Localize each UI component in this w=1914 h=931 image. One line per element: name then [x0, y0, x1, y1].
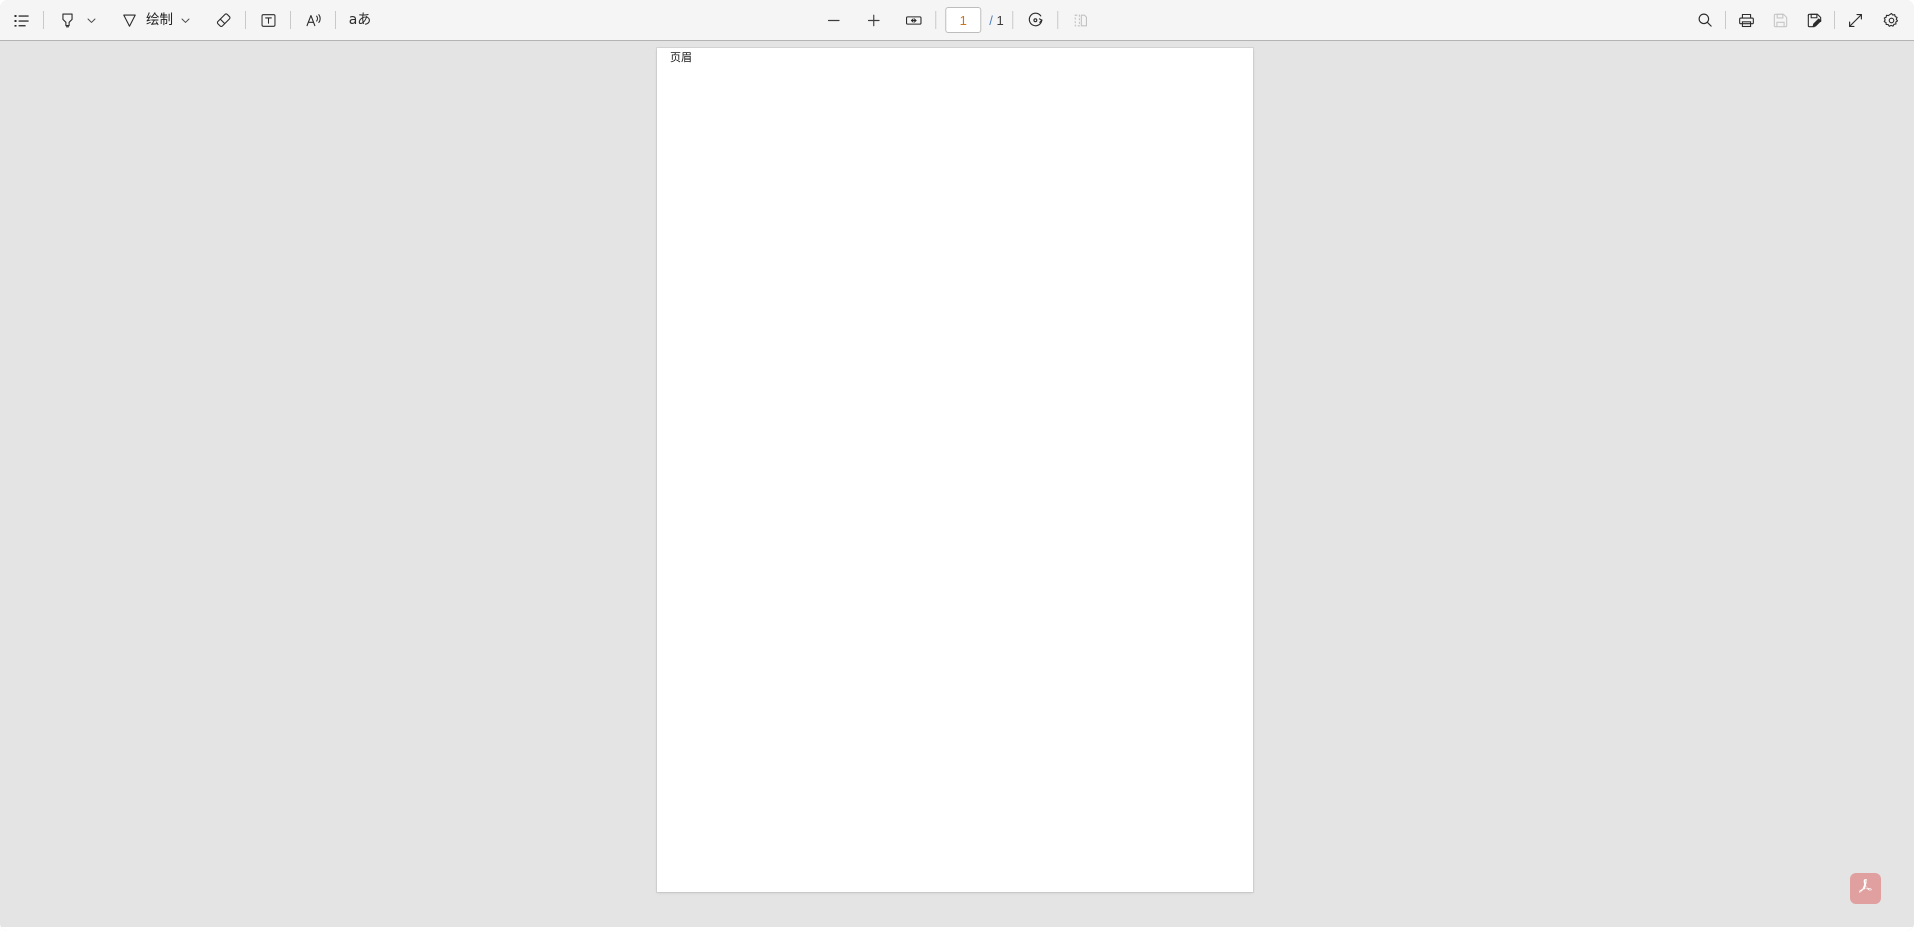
gear-icon — [1882, 11, 1901, 30]
rotate-icon — [1026, 11, 1045, 30]
text-box-icon — [259, 11, 278, 30]
page-layout-button[interactable] — [1066, 5, 1096, 35]
page-number-value: 1 — [960, 13, 967, 28]
pen-draw-icon — [120, 11, 139, 30]
page-number-input[interactable]: 1 — [945, 7, 981, 33]
print-button[interactable] — [1731, 5, 1761, 35]
minus-icon — [825, 12, 842, 29]
eraser-button[interactable] — [208, 5, 238, 35]
fit-to-width-icon — [904, 11, 923, 30]
page-header-text: 页眉 — [670, 51, 692, 65]
search-icon — [1696, 11, 1714, 29]
draw-tool-group: 绘制 — [113, 5, 195, 35]
save-as-button[interactable] — [1799, 5, 1829, 35]
adobe-pdf-icon — [1856, 876, 1876, 901]
text-box-button[interactable] — [253, 5, 283, 35]
search-button[interactable] — [1690, 5, 1720, 35]
page-total-value: 1 — [997, 13, 1004, 28]
print-icon — [1737, 11, 1756, 30]
plus-icon — [865, 12, 882, 29]
page-total-slash: / — [989, 13, 993, 28]
toolbar-divider — [43, 11, 44, 29]
toolbar-left-group: 绘制 — [0, 5, 377, 35]
document-viewport[interactable]: 页眉 — [0, 41, 1914, 931]
eraser-icon — [214, 11, 233, 30]
translate-button[interactable]: aあ — [343, 5, 377, 35]
toolbar-divider — [290, 11, 291, 29]
settings-button[interactable] — [1876, 5, 1906, 35]
read-aloud-icon — [304, 11, 323, 30]
chevron-down-icon — [86, 15, 97, 26]
toolbar-divider — [1013, 11, 1014, 29]
toolbar-right-group — [1690, 5, 1906, 35]
pdf-page-1[interactable]: 页眉 — [657, 48, 1253, 892]
translate-icon: aあ — [349, 13, 372, 27]
toolbar-divider — [1725, 11, 1726, 29]
zoom-out-button[interactable] — [818, 5, 848, 35]
fit-to-width-button[interactable] — [898, 5, 928, 35]
toolbar-divider — [1058, 11, 1059, 29]
draw-options-button[interactable] — [176, 5, 194, 35]
save-icon — [1771, 11, 1790, 30]
page-total-label: / 1 — [983, 13, 1005, 28]
save-as-icon — [1805, 11, 1824, 30]
highlighter-button[interactable] — [52, 5, 82, 35]
draw-button[interactable] — [114, 5, 144, 35]
fullscreen-icon — [1846, 11, 1865, 30]
chevron-down-icon — [180, 15, 191, 26]
draw-label: 绘制 — [144, 13, 176, 27]
pdf-viewer-window: 绘制 — [0, 0, 1914, 931]
highlighter-icon — [58, 11, 77, 30]
highlighter-options-button[interactable] — [82, 5, 100, 35]
list-outline-icon — [13, 12, 30, 29]
fullscreen-button[interactable] — [1840, 5, 1870, 35]
read-aloud-button[interactable] — [298, 5, 328, 35]
pdf-badge-button[interactable] — [1850, 873, 1881, 904]
save-button[interactable] — [1765, 5, 1795, 35]
toolbar-center-group: 1 / 1 — [818, 5, 1095, 35]
toolbar-divider — [1834, 11, 1835, 29]
main-toolbar: 绘制 — [0, 0, 1914, 41]
page-layout-icon — [1071, 11, 1090, 30]
highlighter-tool-group — [51, 5, 101, 35]
rotate-button[interactable] — [1021, 5, 1051, 35]
toolbar-divider — [245, 11, 246, 29]
outline-toggle-button[interactable] — [6, 5, 36, 35]
zoom-in-button[interactable] — [858, 5, 888, 35]
toolbar-divider — [335, 11, 336, 29]
toolbar-divider — [935, 11, 936, 29]
window-bottom-edge — [0, 927, 1914, 931]
